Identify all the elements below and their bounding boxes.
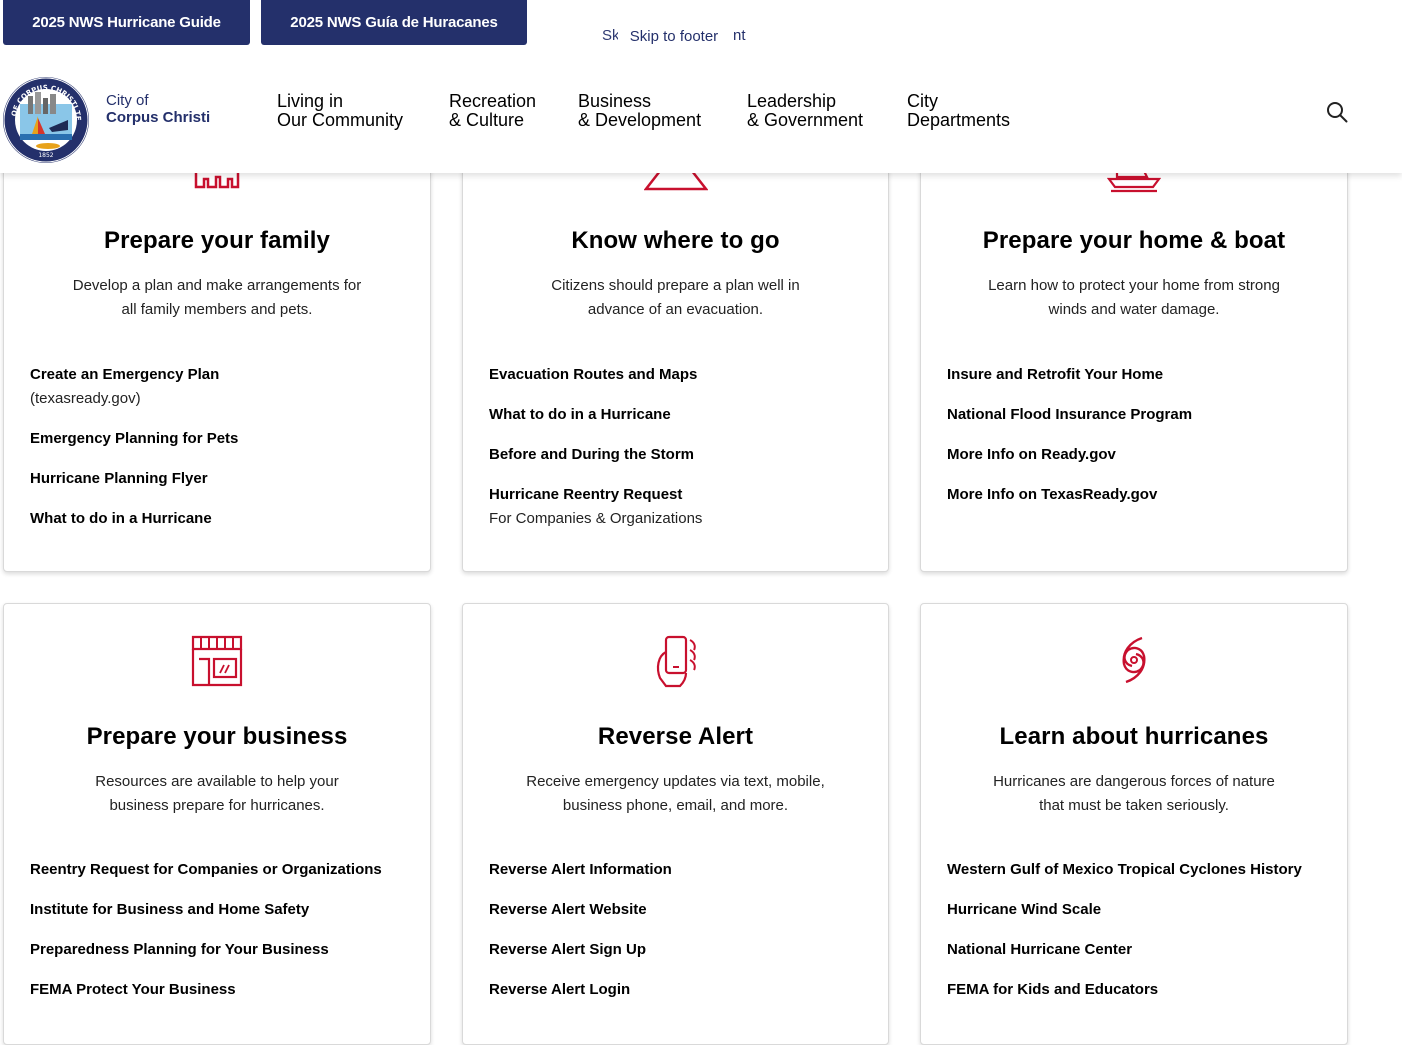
skip-links: Sk nt Skip to footer — [592, 18, 758, 54]
storefront-icon — [191, 635, 243, 687]
link-title: More Info on Ready.gov — [947, 446, 1116, 463]
link-hurricane-wind-scale[interactable]: Hurricane Wind Scale — [947, 898, 1327, 922]
link-reentry-request-companies[interactable]: Reentry Request for Companies or Organiz… — [30, 858, 410, 882]
card-description: Learn how to protect your home from stro… — [988, 277, 1280, 318]
hurricane-guide-english-button[interactable]: 2025 NWS Hurricane Guide — [3, 0, 250, 45]
link-title: Before and During the Storm — [489, 446, 695, 463]
link-national-flood-insurance[interactable]: National Flood Insurance Program — [947, 403, 1327, 427]
card-links: Create an Emergency Plan (texasready.gov… — [30, 363, 410, 547]
link-title: Preparedness Planning for Your Business — [30, 941, 329, 958]
card-links: Reverse Alert Information Reverse Alert … — [489, 858, 868, 1018]
link-title: FEMA for Kids and Educators — [947, 981, 1159, 998]
card-title: Know where to go — [571, 227, 780, 254]
link-title: What to do in a Hurricane — [30, 510, 212, 527]
link-hurricane-reentry-request[interactable]: Hurricane Reentry Request For Companies … — [489, 483, 868, 531]
hurricane-icon — [1122, 636, 1146, 684]
link-ibhs[interactable]: Institute for Business and Home Safety — [30, 898, 410, 922]
nav-living-in-our-community[interactable]: Living in Our Community — [277, 92, 413, 130]
link-preparedness-planning-business[interactable]: Preparedness Planning for Your Business — [30, 938, 410, 962]
link-title: Reverse Alert Login — [489, 981, 631, 998]
card-know-where-to-go: Know where to go Citizens should prepare… — [462, 120, 889, 572]
link-subtitle: (texasready.gov) — [30, 390, 141, 407]
link-national-hurricane-center[interactable]: National Hurricane Center — [947, 938, 1327, 962]
link-title: Insure and Retrofit Your Home — [947, 366, 1164, 383]
link-reverse-alert-information[interactable]: Reverse Alert Information — [489, 858, 868, 882]
card-links: Insure and Retrofit Your Home National F… — [947, 363, 1327, 523]
card-prepare-business: Prepare your business Resources are avai… — [3, 603, 431, 1045]
link-reverse-alert-sign-up[interactable]: Reverse Alert Sign Up — [489, 938, 868, 962]
link-title: Emergency Planning for Pets — [30, 430, 239, 447]
link-title: Reverse Alert Information — [489, 861, 672, 878]
nav-leadership-government[interactable]: Leadership & Government — [747, 92, 907, 130]
card-title: Reverse Alert — [597, 723, 754, 750]
link-hurricane-planning-flyer[interactable]: Hurricane Planning Flyer — [30, 467, 410, 491]
card-links: Evacuation Routes and Maps What to do in… — [489, 363, 868, 547]
card-title: Prepare your business — [86, 723, 348, 750]
link-title: National Flood Insurance Program — [947, 406, 1193, 423]
card-learn-hurricanes: Learn about hurricanes Hurricanes are da… — [920, 603, 1348, 1045]
card-prepare-home-boat: Prepare your home & boat Learn how to pr… — [920, 120, 1348, 572]
link-title: Create an Emergency Plan — [30, 366, 220, 383]
card-title: Prepare your home & boat — [982, 227, 1286, 254]
card-description: Resources are available to help your bus… — [95, 773, 339, 814]
link-title: Hurricane Reentry Request — [489, 486, 683, 503]
hurricane-guide-spanish-button[interactable]: 2025 NWS Guía de Huracanes — [261, 0, 527, 45]
phone-alert-icon — [656, 635, 696, 688]
link-title: Reverse Alert Website — [489, 901, 647, 918]
link-what-to-do-hurricane[interactable]: What to do in a Hurricane — [30, 507, 410, 531]
link-fema-protect-business[interactable]: FEMA Protect Your Business — [30, 978, 410, 1002]
link-reverse-alert-website[interactable]: Reverse Alert Website — [489, 898, 868, 922]
card-description: Hurricanes are dangerous forces of natur… — [993, 773, 1275, 814]
card-title: Prepare your family — [104, 227, 330, 254]
link-what-to-do-hurricane[interactable]: What to do in a Hurricane — [489, 403, 868, 427]
link-ready-gov[interactable]: More Info on Ready.gov — [947, 443, 1327, 467]
top-utility-bar: 2025 NWS Hurricane Guide 2025 NWS Guía d… — [0, 0, 1402, 59]
seal-year: 1852 — [38, 152, 53, 159]
card-links: Western Gulf of Mexico Tropical Cyclones… — [947, 858, 1327, 1018]
link-before-during-storm[interactable]: Before and During the Storm — [489, 443, 868, 467]
card-description: Citizens should prepare a plan well in a… — [551, 277, 800, 318]
brand-name: Corpus Christi — [106, 109, 211, 126]
link-insure-retrofit-home[interactable]: Insure and Retrofit Your Home — [947, 363, 1327, 387]
link-title: Hurricane Planning Flyer — [30, 470, 208, 487]
card-description: Receive emergency updates via text, mobi… — [526, 773, 825, 814]
link-create-emergency-plan[interactable]: Create an Emergency Plan (texasready.gov… — [30, 363, 410, 411]
link-title: Reverse Alert Sign Up — [489, 941, 646, 958]
link-title: Western Gulf of Mexico Tropical Cyclones… — [947, 861, 1302, 878]
card-prepare-family: Prepare your family Develop a plan and m… — [3, 120, 431, 572]
search-icon[interactable] — [1326, 101, 1348, 123]
link-title: What to do in a Hurricane — [489, 406, 671, 423]
skip-to-content-link[interactable]: Sk — [602, 27, 620, 44]
link-title: FEMA Protect Your Business — [30, 981, 236, 998]
link-evacuation-routes[interactable]: Evacuation Routes and Maps — [489, 363, 868, 387]
card-links: Reentry Request for Companies or Organiz… — [30, 858, 410, 1018]
link-title: Reentry Request for Companies or Organiz… — [30, 861, 382, 878]
city-seal-logo[interactable]: 1852 CITY OF CORPUS CHRISTI TEXAS — [2, 76, 90, 164]
skip-to-content-link-tail[interactable]: nt — [733, 27, 746, 44]
nav-city-departments[interactable]: City Departments — [907, 92, 1027, 130]
nav-recreation-culture[interactable]: Recreation & Culture — [449, 92, 578, 130]
main-nav: Living in Our Community Recreation & Cul… — [277, 92, 1027, 130]
nav-business-development[interactable]: Business & Development — [578, 92, 747, 130]
skip-to-footer-link[interactable]: Skip to footer — [618, 18, 730, 54]
site-brand[interactable]: City of Corpus Christi — [106, 92, 210, 126]
link-subtitle: For Companies & Organizations — [489, 510, 703, 527]
card-title: Learn about hurricanes — [999, 723, 1269, 750]
link-title: Institute for Business and Home Safety — [30, 901, 310, 918]
link-title: More Info on TexasReady.gov — [947, 486, 1158, 503]
link-emergency-planning-pets[interactable]: Emergency Planning for Pets — [30, 427, 410, 451]
site-header: 1852 CITY OF CORPUS CHRISTI TEXAS City o… — [0, 59, 1402, 173]
card-description: Develop a plan and make arrangements for… — [72, 277, 362, 318]
link-fema-kids-educators[interactable]: FEMA for Kids and Educators — [947, 978, 1327, 1002]
link-title: Hurricane Wind Scale — [947, 901, 1102, 918]
link-reverse-alert-login[interactable]: Reverse Alert Login — [489, 978, 868, 1002]
link-tropical-cyclones-history[interactable]: Western Gulf of Mexico Tropical Cyclones… — [947, 858, 1327, 882]
link-title: National Hurricane Center — [947, 941, 1133, 958]
link-title: Evacuation Routes and Maps — [489, 366, 698, 383]
card-reverse-alert: Reverse Alert Receive emergency updates … — [462, 603, 889, 1045]
brand-prefix: City of — [106, 92, 149, 109]
link-texasready-gov[interactable]: More Info on TexasReady.gov — [947, 483, 1327, 507]
